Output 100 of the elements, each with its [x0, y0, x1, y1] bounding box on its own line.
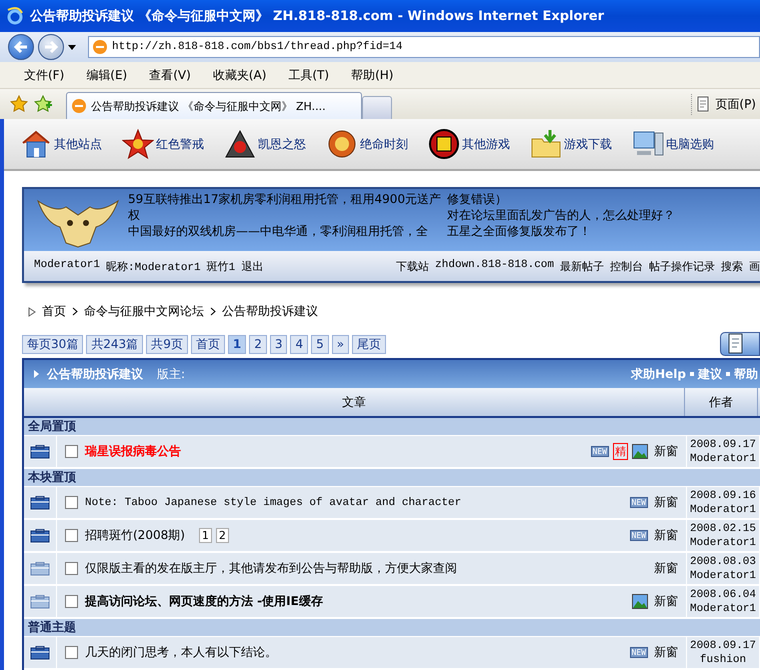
author-link[interactable]: Moderator1 [690, 502, 756, 516]
site-nav-link[interactable]: 游戏下载 [530, 129, 612, 159]
thread-title[interactable]: 几天的闭门思考，本人有以下结论。 [85, 644, 277, 661]
thread-title[interactable]: 仅限版主看的发在版主厅，其他请发布到公告与帮助版，方便大家查阅 [85, 560, 457, 577]
news-link[interactable]: 中国最好的双线机房——中电华通，零利润租用托管，全 [128, 223, 428, 239]
chevron-icon [210, 307, 216, 316]
post-date: 2008.09.17 [690, 438, 756, 452]
forward-button[interactable] [38, 34, 64, 60]
checkbox[interactable] [65, 445, 78, 458]
triangle-icon [34, 370, 39, 378]
pager-button[interactable]: 共243篇 [86, 334, 144, 354]
page-icon [71, 98, 87, 114]
news-link[interactable]: 五星之全面修复版发布了！ [447, 223, 592, 239]
new-window-link[interactable]: 新窗 [654, 494, 678, 511]
browser-tab[interactable]: 公告帮助投诉建议 《命令与征服中文网》 ZH.... [66, 92, 362, 119]
pager-button[interactable]: 5 [311, 334, 329, 354]
menu-item[interactable]: 查看(V) [149, 66, 191, 84]
user-bar-link[interactable]: 最新帖子 [560, 258, 604, 274]
new-post-button[interactable] [720, 332, 760, 356]
breadcrumb-link[interactable]: 公告帮助投诉建议 [222, 303, 318, 320]
pager-button[interactable]: 首页 [190, 334, 225, 354]
pager-button[interactable]: 尾页 [352, 334, 386, 354]
author-link[interactable]: Moderator1 [690, 536, 756, 550]
pager-button[interactable]: 3 [270, 334, 288, 354]
thread-title[interactable]: Note: Taboo Japanese style images of avatar and character [85, 496, 462, 508]
address-field[interactable]: http://zh.818-818.com/bbs1/thread.php?fid=14 [88, 36, 760, 58]
user-bar-link[interactable]: 斑竹1 [206, 258, 236, 274]
author-link[interactable]: fushion [700, 652, 746, 666]
menu-item[interactable]: 帮助(H) [351, 66, 394, 84]
star-emblem-icon [122, 129, 154, 159]
section-heading: 普通主题 [24, 619, 760, 637]
menu-item[interactable]: 收藏夹(A) [212, 66, 266, 84]
post-date: 2008.02.15 [690, 522, 756, 536]
thread-title[interactable]: 招聘斑竹(2008期) [85, 527, 185, 544]
new-window-link[interactable]: 新窗 [654, 560, 678, 577]
breadcrumb-link[interactable]: 首页 [42, 303, 66, 320]
site-nav-link[interactable]: 其他站点 [20, 129, 102, 159]
user-bar-link[interactable]: 搜索 [721, 258, 743, 274]
section-heading: 本块置顶 [24, 469, 760, 487]
user-bar-link[interactable]: 画 [749, 258, 760, 274]
breadcrumb-link[interactable]: 命令与征服中文网论坛 [84, 303, 204, 320]
news-link[interactable]: 权 [128, 207, 140, 223]
pager-button[interactable]: » [332, 334, 350, 354]
page-link[interactable]: 1 [198, 528, 212, 543]
user-bar-link[interactable]: 下载站 [396, 258, 430, 274]
user-bar-link[interactable]: zhdown.818-818.com [435, 258, 554, 274]
author-link[interactable]: Moderator1 [690, 452, 756, 466]
user-bar-link[interactable]: 昵称:Moderator1 [106, 258, 201, 274]
new-window-link[interactable]: 新窗 [654, 593, 678, 610]
user-bar-link[interactable]: 帖子操作记录 [649, 258, 715, 274]
pager-button[interactable]: 4 [290, 334, 308, 354]
author-link[interactable]: Moderator1 [690, 568, 756, 582]
column-header[interactable]: 文章 [24, 388, 685, 416]
post-date: 2008.09.17 [690, 638, 756, 652]
site-nav-link[interactable]: 电脑选购 [632, 129, 714, 159]
document-icon [727, 333, 745, 355]
thread-title[interactable]: 提高访问论坛、网页速度的方法 -使用IE缓存 [85, 593, 323, 610]
pager-button[interactable]: 2 [249, 334, 267, 354]
pager-button[interactable]: 共9页 [146, 334, 188, 354]
user-bar-link[interactable]: 控制台 [610, 258, 643, 274]
page-link[interactable]: 2 [216, 528, 229, 543]
new-window-link[interactable]: 新窗 [654, 443, 678, 460]
site-nav-link[interactable]: 其他游戏 [428, 129, 510, 159]
pager-button[interactable]: 1 [228, 334, 246, 354]
triangle-emblem-icon [224, 129, 256, 159]
new-window-link[interactable]: 新窗 [654, 644, 678, 661]
author-link[interactable]: Moderator1 [690, 602, 756, 616]
favorites-star-icon[interactable] [10, 95, 28, 113]
news-link[interactable]: 对在论坛里面乱发广告的人，怎么处理好？ [447, 207, 676, 223]
menu-item[interactable]: 编辑(E) [86, 66, 128, 84]
news-link[interactable]: 59互联特推出17家机房零利润租用托管，租用4900元送产 [128, 191, 442, 207]
page-menu-button[interactable]: 页面(P) [691, 94, 760, 114]
column-header[interactable]: 作者 [685, 388, 758, 416]
checkbox[interactable] [65, 595, 78, 608]
dropdown-caret-icon[interactable] [68, 44, 76, 50]
back-arrow-icon [13, 40, 29, 54]
post-date: 2008.06.04 [690, 588, 756, 602]
forward-arrow-icon [43, 40, 59, 54]
menu-item[interactable]: 文件(F) [24, 66, 64, 84]
menu-item[interactable]: 工具(T) [288, 66, 330, 84]
new-badge: NEW [590, 446, 609, 457]
checkbox[interactable] [65, 496, 78, 509]
triangle-icon [28, 306, 36, 316]
site-nav-link[interactable]: 凯恩之怒 [224, 129, 306, 159]
checkbox[interactable] [65, 562, 78, 575]
user-bar-link[interactable]: 退出 [241, 258, 264, 274]
chevron-icon [72, 307, 78, 316]
user-bar-link[interactable]: Moderator1 [34, 258, 100, 274]
target-emblem-icon [428, 129, 460, 159]
new-badge: NEW [630, 647, 648, 658]
site-nav-link[interactable]: 红色警戒 [122, 129, 204, 159]
site-nav-link[interactable]: 绝命时刻 [326, 129, 408, 159]
news-link[interactable]: 修复错误） [447, 191, 508, 207]
post-date: 2008.08.03 [690, 554, 756, 568]
checkbox[interactable] [65, 646, 78, 659]
add-favorite-icon[interactable] [34, 95, 52, 113]
pager-button[interactable]: 每页30篇 [22, 334, 84, 354]
back-button[interactable] [8, 34, 34, 60]
checkbox[interactable] [65, 529, 78, 542]
new-window-link[interactable]: 新窗 [654, 527, 678, 544]
